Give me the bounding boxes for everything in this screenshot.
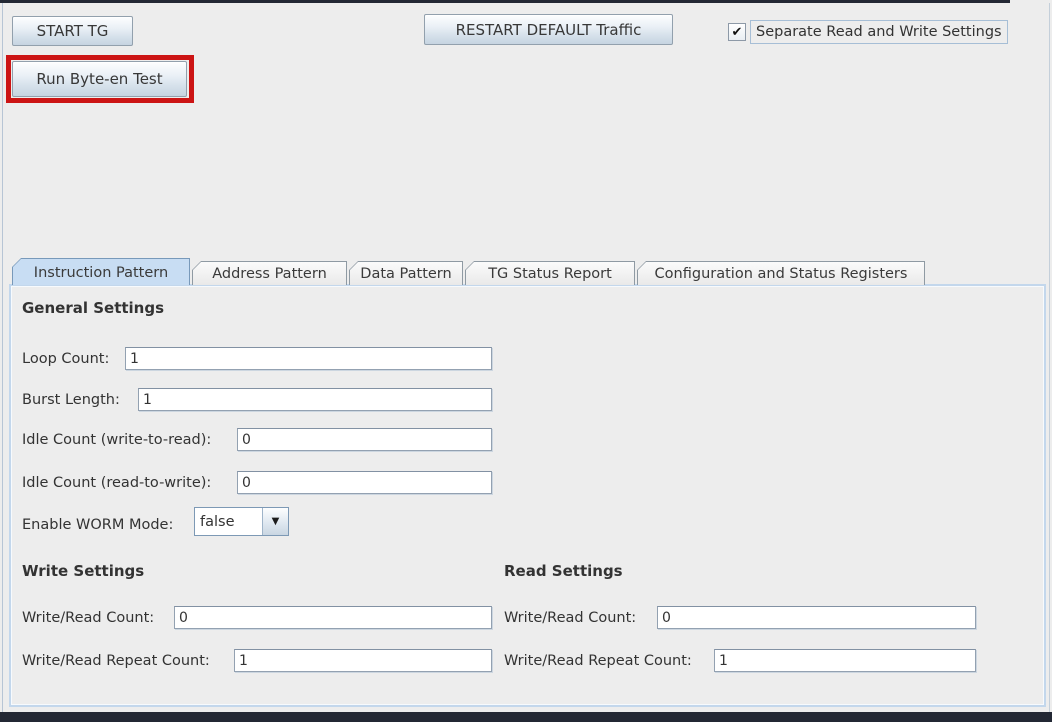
- run-byte-en-test-button[interactable]: Run Byte-en Test: [12, 61, 187, 97]
- tab-address-pattern[interactable]: Address Pattern: [192, 261, 347, 285]
- restart-default-traffic-button[interactable]: RESTART DEFAULT Traffic: [424, 14, 673, 45]
- tab-label: Instruction Pattern: [33, 264, 169, 281]
- loop-count-input[interactable]: [125, 347, 492, 370]
- dropdown-selected-value: false: [200, 513, 235, 530]
- tab-data-pattern[interactable]: Data Pattern: [349, 261, 463, 285]
- start-tg-button[interactable]: START TG: [12, 16, 133, 46]
- burst-length-input[interactable]: [138, 388, 492, 411]
- write-settings-title: Write Settings: [22, 562, 145, 580]
- idle-count-read-to-write-label: Idle Count (read-to-write):: [22, 474, 212, 491]
- idle-count-read-to-write-input[interactable]: [237, 471, 492, 494]
- read-count-label: Write/Read Count:: [504, 609, 637, 626]
- loop-count-label: Loop Count:: [22, 350, 110, 367]
- separate-read-write-checkbox-label[interactable]: Separate Read and Write Settings: [750, 20, 1008, 44]
- tab-label: Address Pattern: [212, 266, 327, 282]
- dropdown-arrow-button[interactable]: ▼: [262, 508, 288, 535]
- read-settings-title: Read Settings: [504, 562, 623, 580]
- read-count-input[interactable]: [657, 606, 976, 629]
- separate-read-write-checkbox[interactable]: ✔: [728, 23, 746, 41]
- instruction-pattern-panel: General Settings Loop Count: Burst Lengt…: [9, 284, 1046, 707]
- chevron-down-icon: ▼: [271, 516, 280, 527]
- write-count-input[interactable]: [174, 606, 492, 629]
- idle-count-write-to-read-input[interactable]: [237, 428, 492, 451]
- write-repeat-count-input[interactable]: [234, 649, 492, 672]
- enable-worm-mode-label: Enable WORM Mode:: [22, 516, 174, 533]
- tab-label: Data Pattern: [360, 266, 452, 282]
- window-right-edge: [1049, 3, 1050, 712]
- checkmark-icon: ✔: [731, 24, 743, 40]
- tab-bar: Instruction Pattern Address Pattern Data…: [12, 258, 925, 285]
- tab-label: TG Status Report: [488, 266, 612, 282]
- idle-count-write-to-read-label: Idle Count (write-to-read):: [22, 431, 212, 448]
- burst-length-label: Burst Length:: [22, 391, 120, 408]
- tab-configuration-status-registers[interactable]: Configuration and Status Registers: [637, 261, 925, 285]
- general-settings-title: General Settings: [22, 299, 165, 317]
- tab-tg-status-report[interactable]: TG Status Report: [465, 261, 635, 285]
- window-bottom-frame: [0, 712, 1052, 722]
- window-top-frame: [0, 0, 1010, 3]
- tab-label: Configuration and Status Registers: [654, 266, 908, 282]
- read-repeat-count-input[interactable]: [714, 649, 976, 672]
- tab-instruction-pattern[interactable]: Instruction Pattern: [12, 258, 190, 285]
- write-count-label: Write/Read Count:: [22, 609, 155, 626]
- enable-worm-mode-dropdown[interactable]: false ▼: [194, 507, 289, 536]
- write-repeat-count-label: Write/Read Repeat Count:: [22, 652, 210, 669]
- read-repeat-count-label: Write/Read Repeat Count:: [504, 652, 692, 669]
- window-left-edge: [2, 3, 3, 712]
